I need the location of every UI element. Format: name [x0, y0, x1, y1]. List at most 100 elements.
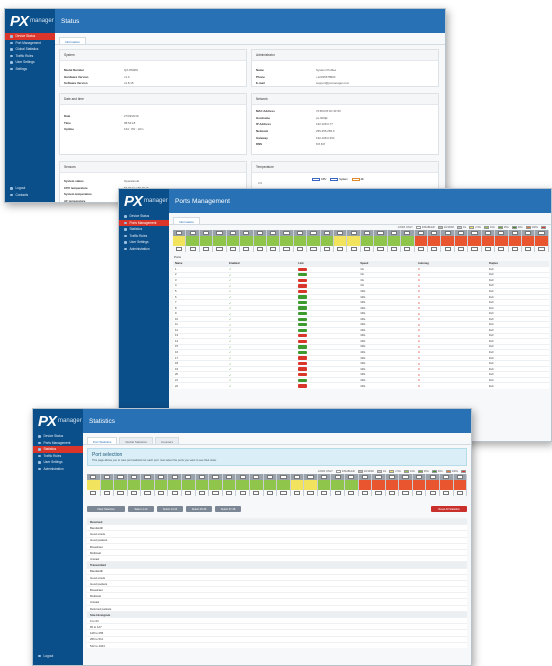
select-25-36-button[interactable]: Select 25-36 — [186, 506, 212, 512]
port-socket-icon — [416, 475, 423, 479]
port-7[interactable] — [253, 230, 267, 252]
port-13[interactable] — [249, 474, 264, 496]
port-5[interactable] — [141, 474, 155, 496]
port-speed-fill — [347, 236, 360, 246]
port-19[interactable] — [414, 230, 429, 252]
info-value: 8.8.8.8 — [316, 142, 325, 147]
port-8[interactable] — [266, 230, 281, 252]
panel-title: Administrator — [252, 50, 438, 61]
port-10[interactable] — [209, 474, 223, 496]
tab-information[interactable]: Information — [173, 217, 201, 224]
port-16[interactable] — [290, 474, 305, 496]
select-37-48-button[interactable]: Select 37-48 — [215, 506, 241, 512]
sidebar-item-label: Administration — [43, 466, 64, 471]
port-10[interactable] — [293, 230, 308, 252]
port-socket-icon — [90, 475, 97, 479]
reset-statistics-button[interactable]: Reset All Statistics — [431, 506, 467, 512]
port-14[interactable] — [263, 474, 278, 496]
info-value: px-000ijk — [316, 115, 328, 120]
port-21[interactable] — [358, 474, 373, 496]
port-28[interactable] — [453, 474, 468, 496]
port-25[interactable] — [412, 474, 427, 496]
port-socket-icon — [103, 491, 110, 495]
port-3[interactable] — [199, 230, 214, 252]
port-9[interactable] — [280, 230, 294, 252]
port-16[interactable] — [374, 230, 388, 252]
info-label: Gateway — [256, 135, 268, 140]
sidebar-item-logout[interactable]: Logout — [33, 653, 83, 660]
port-1[interactable] — [173, 230, 187, 252]
port-15[interactable] — [360, 230, 375, 252]
port-24[interactable] — [481, 230, 496, 252]
port-socket-icon — [171, 491, 178, 495]
port-23[interactable] — [385, 474, 400, 496]
port-25[interactable] — [495, 230, 509, 252]
port-4[interactable] — [127, 474, 142, 496]
port-6[interactable] — [240, 230, 254, 252]
port-17[interactable] — [387, 230, 402, 252]
port-18[interactable] — [401, 230, 415, 252]
port-map[interactable] — [173, 230, 549, 252]
tab-port-statistics[interactable]: Port Statistics — [87, 437, 118, 444]
port-11[interactable] — [307, 230, 321, 252]
clear-selection-button[interactable]: Clear Selection — [87, 506, 125, 512]
tab-counters[interactable]: Counters — [154, 437, 180, 444]
port-map[interactable] — [87, 474, 468, 496]
sidebar-item-settings[interactable]: Settings — [5, 66, 55, 73]
traffic-rules-icon — [124, 234, 127, 237]
sidebar-item-administration[interactable]: Administration — [33, 466, 83, 473]
traffic-rules-icon — [38, 454, 41, 457]
port-1[interactable] — [87, 474, 101, 496]
legend-entry: 25G — [424, 470, 438, 473]
port-14[interactable] — [347, 230, 361, 252]
port-speed-fill — [236, 480, 249, 490]
port-19[interactable] — [331, 474, 345, 496]
sidebar-item-contacts[interactable]: Contacts — [5, 192, 55, 199]
port-26[interactable] — [508, 230, 522, 252]
port-12[interactable] — [236, 474, 250, 496]
port-28[interactable] — [535, 230, 549, 252]
port-27[interactable] — [521, 230, 536, 252]
select-1-12-button[interactable]: Select 1-12 — [128, 506, 154, 512]
port-17[interactable] — [304, 474, 318, 496]
legend-label: 25G — [423, 470, 429, 473]
port-20[interactable] — [428, 230, 442, 252]
port-26[interactable] — [426, 474, 441, 496]
port-15[interactable] — [277, 474, 291, 496]
port-socket-icon — [229, 247, 236, 251]
tab-global-statistics[interactable]: Global Statistics — [119, 437, 153, 444]
port-22[interactable] — [454, 230, 469, 252]
port-9[interactable] — [195, 474, 210, 496]
port-4[interactable] — [213, 230, 227, 252]
port-socket-icon — [266, 475, 273, 479]
port-3[interactable] — [114, 474, 128, 496]
settings-icon — [10, 67, 13, 70]
port-11[interactable] — [222, 474, 237, 496]
table-row[interactable]: 22 ✓ 10G ✕ Full — [173, 382, 549, 389]
port-2[interactable] — [100, 474, 115, 496]
port-socket-icon — [243, 247, 250, 251]
port-6[interactable] — [154, 474, 169, 496]
tab-information[interactable]: Information — [59, 37, 87, 44]
select-13-24-button[interactable]: Select 13-24 — [157, 506, 183, 512]
port-27[interactable] — [440, 474, 454, 496]
port-24[interactable] — [399, 474, 413, 496]
info-label: MAC Address — [256, 109, 275, 114]
port-8[interactable] — [182, 474, 196, 496]
legend-swatch — [335, 470, 341, 473]
port-22[interactable] — [372, 474, 386, 496]
port-5[interactable] — [226, 230, 241, 252]
port-speed-fill — [100, 480, 114, 490]
port-2[interactable] — [186, 230, 200, 252]
sidebar-item-administration[interactable]: Administration — [119, 246, 169, 253]
port-7[interactable] — [168, 474, 183, 496]
link-down-icon — [298, 267, 308, 271]
port-23[interactable] — [468, 230, 482, 252]
port-20[interactable] — [344, 474, 359, 496]
port-21[interactable] — [441, 230, 455, 252]
port-18[interactable] — [317, 474, 332, 496]
port-12[interactable] — [320, 230, 335, 252]
port-13[interactable] — [334, 230, 348, 252]
legend-label: 10/100M — [443, 226, 454, 229]
port-speed-fill — [240, 236, 253, 246]
